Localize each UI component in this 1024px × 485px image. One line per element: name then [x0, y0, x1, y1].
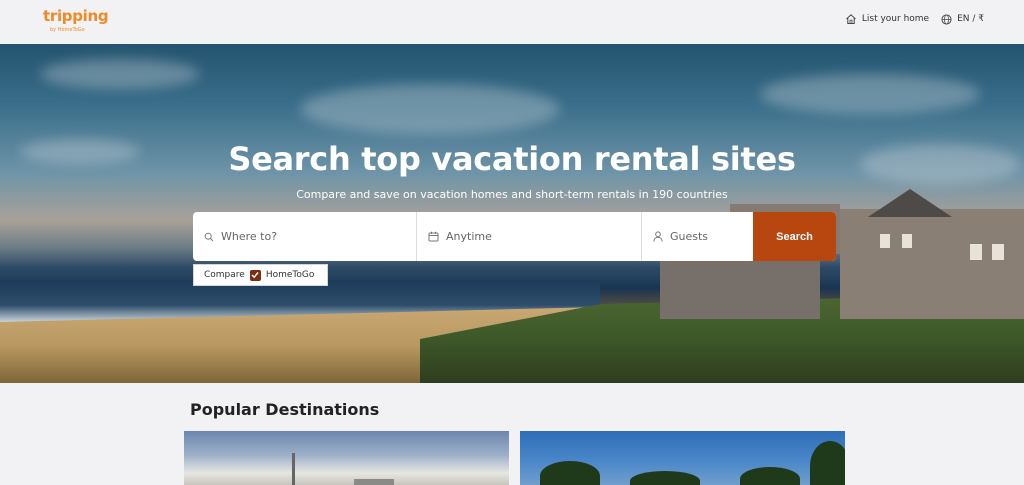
- locale-label: EN / ₹: [957, 14, 984, 24]
- house-shape: [660, 259, 820, 319]
- person-icon: [653, 231, 663, 242]
- search-button[interactable]: Search: [753, 212, 836, 261]
- hero-subtitle: Compare and save on vacation homes and s…: [296, 188, 728, 201]
- top-header: tripping by HomeToGo List your home EN /…: [0, 0, 1024, 44]
- tripping-logo[interactable]: tripping by HomeToGo: [43, 7, 109, 33]
- destination-card[interactable]: [520, 431, 845, 485]
- window-shape: [880, 234, 890, 248]
- window-shape: [992, 244, 1004, 260]
- calendar-icon: [428, 231, 439, 242]
- popular-destinations-title: Popular Destinations: [190, 400, 380, 419]
- globe-icon: [941, 13, 952, 25]
- date-placeholder: Anytime: [446, 230, 492, 243]
- search-icon: [204, 232, 214, 241]
- palm-tree-shape: [540, 461, 600, 485]
- compare-provider-label: HomeToGo: [265, 270, 315, 280]
- destination-placeholder: Where to?: [221, 230, 278, 243]
- destination-card[interactable]: [184, 431, 509, 485]
- guests-input[interactable]: Guests: [642, 212, 753, 261]
- palm-tree-shape: [630, 471, 700, 485]
- palm-tree-shape: [810, 441, 845, 485]
- date-input[interactable]: Anytime: [417, 212, 642, 261]
- card-image-structure: [354, 479, 394, 485]
- list-your-home-label: List your home: [861, 14, 930, 24]
- hero-cloud: [40, 59, 200, 89]
- palm-tree-shape: [740, 467, 800, 485]
- hero-banner: Search top vacation rental sites Compare…: [0, 44, 1024, 383]
- house-shape: [840, 209, 1024, 319]
- compare-toggle[interactable]: Compare HomeToGo: [193, 264, 328, 286]
- check-icon: [251, 272, 259, 279]
- search-bar: Where to? Anytime Guests Search: [193, 212, 836, 261]
- hometogo-checkbox[interactable]: [249, 269, 261, 281]
- header-actions: List your home EN / ₹: [845, 13, 984, 25]
- hero-title: Search top vacation rental sites: [228, 140, 796, 178]
- window-shape: [902, 234, 912, 248]
- logo-subtext: by HomeToGo: [50, 27, 85, 33]
- compare-label: Compare: [204, 270, 245, 280]
- hero-cloud: [760, 74, 980, 114]
- window-shape: [970, 244, 982, 260]
- locale-selector[interactable]: EN / ₹: [941, 13, 984, 25]
- house-icon: [846, 14, 856, 24]
- destination-input[interactable]: Where to?: [193, 212, 417, 261]
- logo-text: tripping: [43, 7, 109, 25]
- card-image-structure: [292, 453, 295, 485]
- hero-cloud: [300, 84, 560, 134]
- guests-placeholder: Guests: [670, 230, 709, 243]
- list-your-home-link[interactable]: List your home: [845, 13, 929, 25]
